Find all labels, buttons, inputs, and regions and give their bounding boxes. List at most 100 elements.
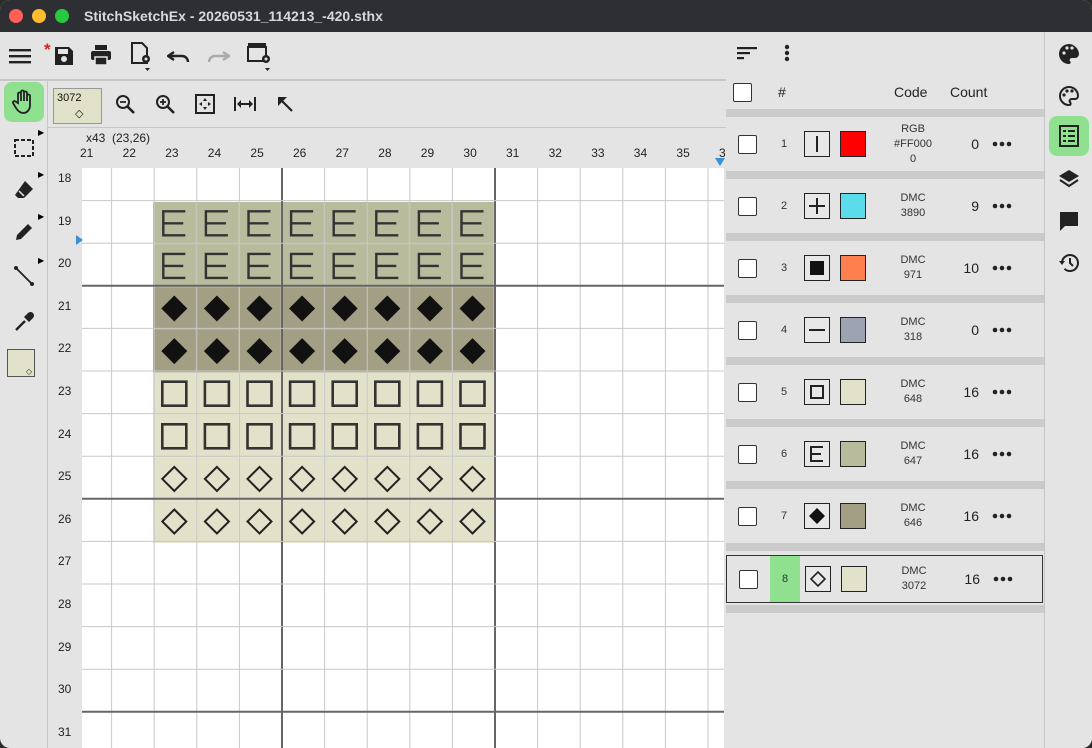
palette-row[interactable]: 5 DMC 648 16 <box>726 369 1044 417</box>
row-checkbox[interactable] <box>738 135 757 154</box>
symbol-icon[interactable] <box>804 255 830 281</box>
zoom-window-button[interactable] <box>55 9 69 23</box>
symbol-icon[interactable] <box>804 317 830 343</box>
stitch-cell[interactable] <box>238 415 281 458</box>
row-checkbox[interactable] <box>738 507 757 526</box>
palette-outline-button[interactable] <box>1055 82 1083 110</box>
stitch-cell[interactable] <box>238 372 281 415</box>
symbol-icon[interactable] <box>804 131 830 157</box>
row-more-button[interactable] <box>990 257 1014 279</box>
undo-button[interactable] <box>166 44 192 68</box>
row-checkbox[interactable] <box>739 570 758 589</box>
stitch-cell[interactable] <box>451 415 494 458</box>
row-more-button[interactable] <box>991 568 1015 590</box>
color-swatch[interactable] <box>841 566 867 592</box>
color-swatch[interactable] <box>840 317 866 343</box>
row-checkbox[interactable] <box>738 259 757 278</box>
stitch-cell[interactable] <box>366 500 409 543</box>
palette-row[interactable]: 2 DMC 3890 9 <box>726 183 1044 231</box>
row-checkbox[interactable] <box>738 445 757 464</box>
thread-list-button[interactable] <box>1049 116 1089 156</box>
stitch-cell[interactable] <box>323 372 366 415</box>
palette-row[interactable]: 4 DMC 318 0 <box>726 307 1044 355</box>
row-more-button[interactable] <box>990 319 1014 341</box>
color-swatch[interactable] <box>840 131 866 157</box>
stitch-cell[interactable] <box>451 372 494 415</box>
stitch-cell[interactable] <box>195 500 239 543</box>
stitch-cell[interactable] <box>408 372 452 415</box>
symbol-icon[interactable] <box>804 379 830 405</box>
stitch-cell[interactable] <box>366 457 409 501</box>
row-checkbox[interactable] <box>738 321 757 340</box>
stitch-cell[interactable] <box>323 500 366 543</box>
palette-row[interactable]: 8 DMC 3072 16 <box>726 555 1043 603</box>
row-more-button[interactable] <box>990 505 1014 527</box>
stitch-cell[interactable] <box>280 415 324 458</box>
minimize-window-button[interactable] <box>32 9 46 23</box>
stitch-cell[interactable] <box>153 457 196 501</box>
eraser-tool-button[interactable]: ▶ <box>10 170 44 204</box>
color-swatch[interactable] <box>840 379 866 405</box>
pan-tool-button[interactable] <box>4 82 44 122</box>
history-button[interactable] <box>1055 249 1083 277</box>
symbol-icon[interactable] <box>804 441 830 467</box>
row-more-button[interactable] <box>990 195 1014 217</box>
row-more-button[interactable] <box>990 381 1014 403</box>
stitch-cell[interactable] <box>323 457 366 501</box>
stitch-cell[interactable] <box>408 415 452 458</box>
slideshow-settings-button[interactable] <box>244 40 276 74</box>
stitch-cell[interactable] <box>195 457 239 501</box>
save-button[interactable]: * <box>44 40 76 70</box>
stitch-cell[interactable] <box>366 415 409 458</box>
color-swatch[interactable] <box>840 441 866 467</box>
zoom-out-button[interactable] <box>114 93 136 115</box>
redo-button[interactable] <box>205 44 231 68</box>
layers-button[interactable] <box>1055 165 1083 193</box>
print-button[interactable] <box>88 42 114 68</box>
stitch-cell[interactable] <box>195 372 239 415</box>
selection-tool-button[interactable]: ▶ <box>10 128 44 162</box>
select-all-checkbox[interactable] <box>733 83 752 102</box>
palette-row[interactable]: 7 DMC 646 16 <box>726 493 1044 541</box>
stitch-cell[interactable] <box>408 500 452 543</box>
symbol-icon[interactable] <box>804 193 830 219</box>
row-checkbox[interactable] <box>738 383 757 402</box>
menu-icon[interactable] <box>8 44 32 68</box>
fit-to-screen-button[interactable] <box>194 93 216 115</box>
sort-button[interactable] <box>735 42 759 64</box>
go-to-origin-button[interactable] <box>274 93 296 115</box>
document-settings-button[interactable] <box>128 40 156 74</box>
stitch-cell[interactable] <box>238 457 281 501</box>
close-window-button[interactable] <box>9 9 23 23</box>
palette-filled-button[interactable] <box>1055 40 1083 68</box>
stitch-cell[interactable] <box>408 457 452 501</box>
palette-row[interactable]: 6 DMC 647 16 <box>726 431 1044 479</box>
stitch-cell[interactable] <box>195 415 239 458</box>
stitch-cell[interactable] <box>451 500 494 543</box>
pencil-tool-button[interactable]: ▶ <box>10 212 44 246</box>
current-color-button[interactable]: ◇ <box>7 349 35 377</box>
row-more-button[interactable] <box>990 133 1014 155</box>
stitch-cell[interactable] <box>280 457 324 501</box>
stitch-cell[interactable] <box>153 415 196 458</box>
stitch-cell[interactable] <box>238 500 281 543</box>
zoom-in-button[interactable] <box>154 93 176 115</box>
line-tool-button[interactable]: ▶ <box>10 256 44 290</box>
pattern-canvas[interactable] <box>82 168 724 748</box>
stitch-cell[interactable] <box>366 372 409 415</box>
fit-width-button[interactable] <box>234 93 256 115</box>
current-thread-indicator[interactable]: 3072 ◇ <box>53 88 102 124</box>
row-more-button[interactable] <box>990 443 1014 465</box>
comments-button[interactable] <box>1055 207 1083 235</box>
stitch-cell[interactable] <box>323 415 366 458</box>
palette-row[interactable]: 3 DMC 971 10 <box>726 245 1044 293</box>
stitch-cell[interactable] <box>280 372 324 415</box>
symbol-icon[interactable] <box>804 503 830 529</box>
color-swatch[interactable] <box>840 255 866 281</box>
stitch-cell[interactable] <box>280 500 324 543</box>
symbol-icon[interactable] <box>805 566 831 592</box>
color-swatch[interactable] <box>840 503 866 529</box>
stitch-cell[interactable] <box>153 372 196 415</box>
eyedropper-tool-button[interactable] <box>10 308 38 336</box>
row-checkbox[interactable] <box>738 197 757 216</box>
